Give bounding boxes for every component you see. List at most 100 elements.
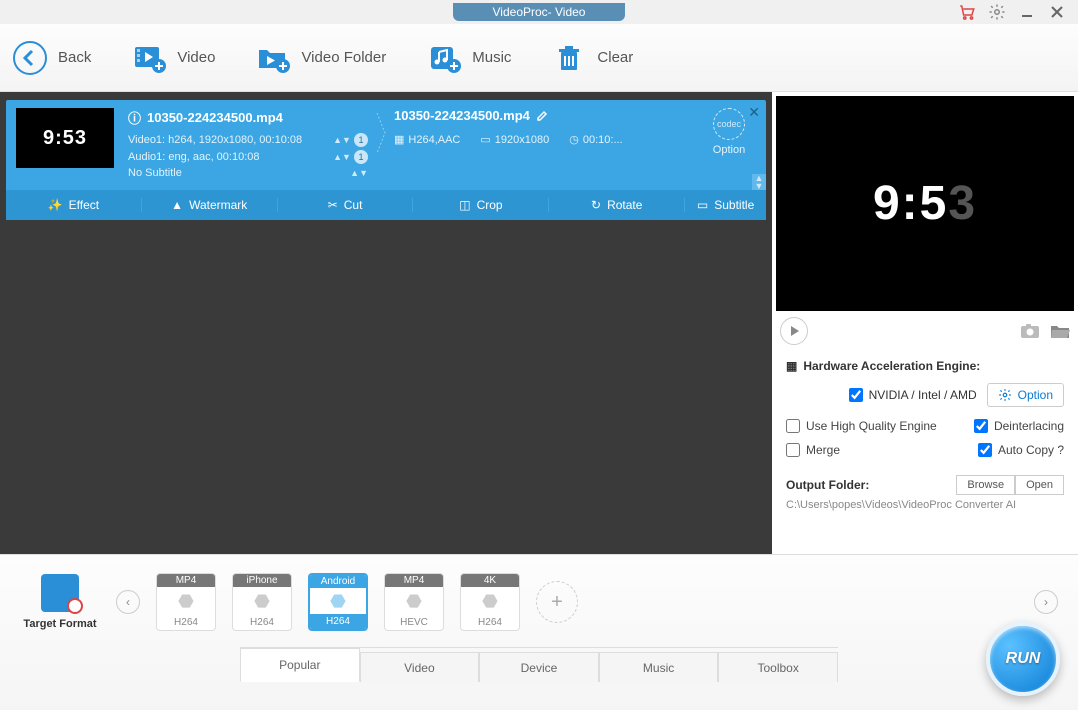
- window-title: VideoProc- Video: [453, 3, 626, 21]
- info-icon: ⓘ: [128, 108, 141, 127]
- music-label: Music: [472, 49, 511, 66]
- subtitle-icon: ▭: [697, 198, 708, 212]
- play-button[interactable]: [780, 317, 808, 345]
- settings-icon[interactable]: [988, 3, 1006, 21]
- run-button[interactable]: RUN: [986, 622, 1060, 696]
- audio-track-select-icon[interactable]: ▲▼: [333, 152, 351, 162]
- format-icon: ⬣: [178, 587, 194, 615]
- video-track-badge: 1: [354, 133, 368, 147]
- close-icon[interactable]: [1048, 3, 1066, 21]
- preview-window: 9:53: [776, 96, 1074, 311]
- clear-button[interactable]: Clear: [551, 40, 633, 76]
- target-format-icon: [41, 574, 79, 612]
- format-android-h264[interactable]: Android ⬣ H264: [308, 573, 368, 631]
- output-folder-path: C:\Users\popes\Videos\VideoProc Converte…: [786, 499, 1064, 511]
- effect-button[interactable]: ✨Effect: [6, 198, 142, 212]
- hardware-section: ▦ Hardware Acceleration Engine: NVIDIA /…: [772, 349, 1078, 469]
- open-folder-icon[interactable]: [1050, 323, 1070, 339]
- rotate-button[interactable]: ↻Rotate: [549, 198, 685, 212]
- right-panel: 9:53 ▦ Hardware Acceleration Engine: NVI: [772, 92, 1078, 554]
- move-down-icon[interactable]: ▼: [752, 182, 766, 190]
- format-mp4-hevc[interactable]: MP4 ⬣ HEVC: [384, 573, 444, 631]
- video-folder-icon: [255, 40, 291, 76]
- edit-filename-icon[interactable]: [536, 110, 548, 122]
- reorder-controls: ▲ ▼: [752, 174, 766, 190]
- target-format-label: Target Format: [23, 618, 96, 630]
- output-duration: 00:10:...: [583, 134, 623, 146]
- output-codec: H264,AAC: [408, 134, 460, 146]
- output-resolution: 1920x1080: [495, 134, 549, 146]
- add-format-button[interactable]: +: [536, 581, 578, 623]
- tab-device[interactable]: Device: [479, 652, 599, 682]
- tab-music[interactable]: Music: [599, 652, 719, 682]
- video-item[interactable]: ✕ 9:53 ⓘ 10350-224234500.mp4 Video1: h26…: [6, 100, 766, 220]
- open-button[interactable]: Open: [1015, 475, 1064, 495]
- watermark-button[interactable]: ▲Watermark: [142, 198, 278, 212]
- video-track-info: Video1: h264, 1920x1080, 00:10:08: [128, 134, 302, 146]
- audio-track-badge: 1: [354, 150, 368, 164]
- cart-icon[interactable]: [958, 3, 976, 21]
- subtitle-button[interactable]: ▭Subtitle: [685, 198, 766, 212]
- target-format-button[interactable]: Target Format: [20, 574, 100, 630]
- subtitle-select-icon[interactable]: ▲▼: [350, 168, 368, 178]
- format-mp4-h264[interactable]: MP4 ⬣ H264: [156, 573, 216, 631]
- format-tabs: Popular Video Device Music Toolbox: [240, 647, 838, 681]
- format-icon: ⬣: [406, 587, 422, 615]
- audio-track-info: Audio1: eng, aac, 00:10:08: [128, 151, 260, 163]
- back-icon: [12, 40, 48, 76]
- merge-checkbox[interactable]: Merge: [786, 443, 840, 457]
- back-label: Back: [58, 49, 91, 66]
- tab-toolbox[interactable]: Toolbox: [718, 652, 838, 682]
- arrow-icon: [374, 108, 388, 158]
- format-4k-h264[interactable]: 4K ⬣ H264: [460, 573, 520, 631]
- format-next-button[interactable]: ›: [1034, 590, 1058, 614]
- tab-popular[interactable]: Popular: [240, 648, 360, 682]
- hw-option-button[interactable]: Option: [987, 383, 1064, 407]
- cut-icon: ✂: [328, 198, 338, 212]
- cut-button[interactable]: ✂Cut: [278, 198, 414, 212]
- output-info: 10350-224234500.mp4 ▦H264,AAC ▭1920x1080…: [388, 108, 702, 146]
- video-track-select-icon[interactable]: ▲▼: [333, 135, 351, 145]
- video-label: Video: [177, 49, 215, 66]
- minimize-icon[interactable]: [1018, 3, 1036, 21]
- watermark-icon: ▲: [171, 198, 183, 212]
- format-icon: ⬣: [482, 587, 498, 615]
- format-icon: ⬣: [330, 588, 346, 614]
- output-folder-section: Output Folder: Browse Open C:\Users\pope…: [772, 469, 1078, 517]
- output-folder-label: Output Folder:: [786, 478, 869, 492]
- codec-gear-icon: codec: [713, 108, 745, 140]
- back-button[interactable]: Back: [12, 40, 91, 76]
- crop-icon: ◫: [459, 198, 470, 212]
- video-folder-label: Video Folder: [301, 49, 386, 66]
- trash-icon: [551, 40, 587, 76]
- crop-button[interactable]: ◫Crop: [413, 198, 549, 212]
- edit-actions: ✨Effect ▲Watermark ✂Cut ◫Crop ↻Rotate ▭S…: [6, 190, 766, 220]
- codec-spec-icon: ▦: [394, 133, 404, 146]
- nvidia-checkbox[interactable]: NVIDIA / Intel / AMD: [849, 388, 977, 402]
- snapshot-icon[interactable]: [1020, 323, 1040, 339]
- browse-button[interactable]: Browse: [956, 475, 1015, 495]
- codec-option-button[interactable]: codec Option: [702, 108, 756, 156]
- clear-label: Clear: [597, 49, 633, 66]
- resolution-spec-icon: ▭: [480, 133, 490, 146]
- preview-time: 9:5: [873, 176, 948, 231]
- duration-spec-icon: ◷: [569, 133, 579, 146]
- hq-checkbox[interactable]: Use High Quality Engine: [786, 419, 937, 433]
- autocopy-checkbox[interactable]: Auto Copy ?: [978, 443, 1064, 457]
- format-iphone-h264[interactable]: iPhone ⬣ H264: [232, 573, 292, 631]
- effect-icon: ✨: [48, 198, 63, 212]
- preview-time-dim: 3: [948, 176, 977, 231]
- tab-video[interactable]: Video: [360, 652, 480, 682]
- codec-option-label: Option: [713, 144, 745, 156]
- video-thumbnail: 9:53: [16, 108, 114, 168]
- gear-icon: [998, 388, 1012, 402]
- video-icon: [131, 40, 167, 76]
- chip-icon: ▦: [786, 359, 797, 373]
- add-video-folder-button[interactable]: Video Folder: [255, 40, 386, 76]
- format-prev-button[interactable]: ‹: [116, 590, 140, 614]
- add-video-button[interactable]: Video: [131, 40, 215, 76]
- bottom-bar: Target Format ‹ MP4 ⬣ H264 iPhone ⬣ H264…: [0, 554, 1078, 710]
- add-music-button[interactable]: Music: [426, 40, 511, 76]
- deinterlacing-checkbox[interactable]: Deinterlacing: [974, 419, 1064, 433]
- preview-controls: [772, 313, 1078, 349]
